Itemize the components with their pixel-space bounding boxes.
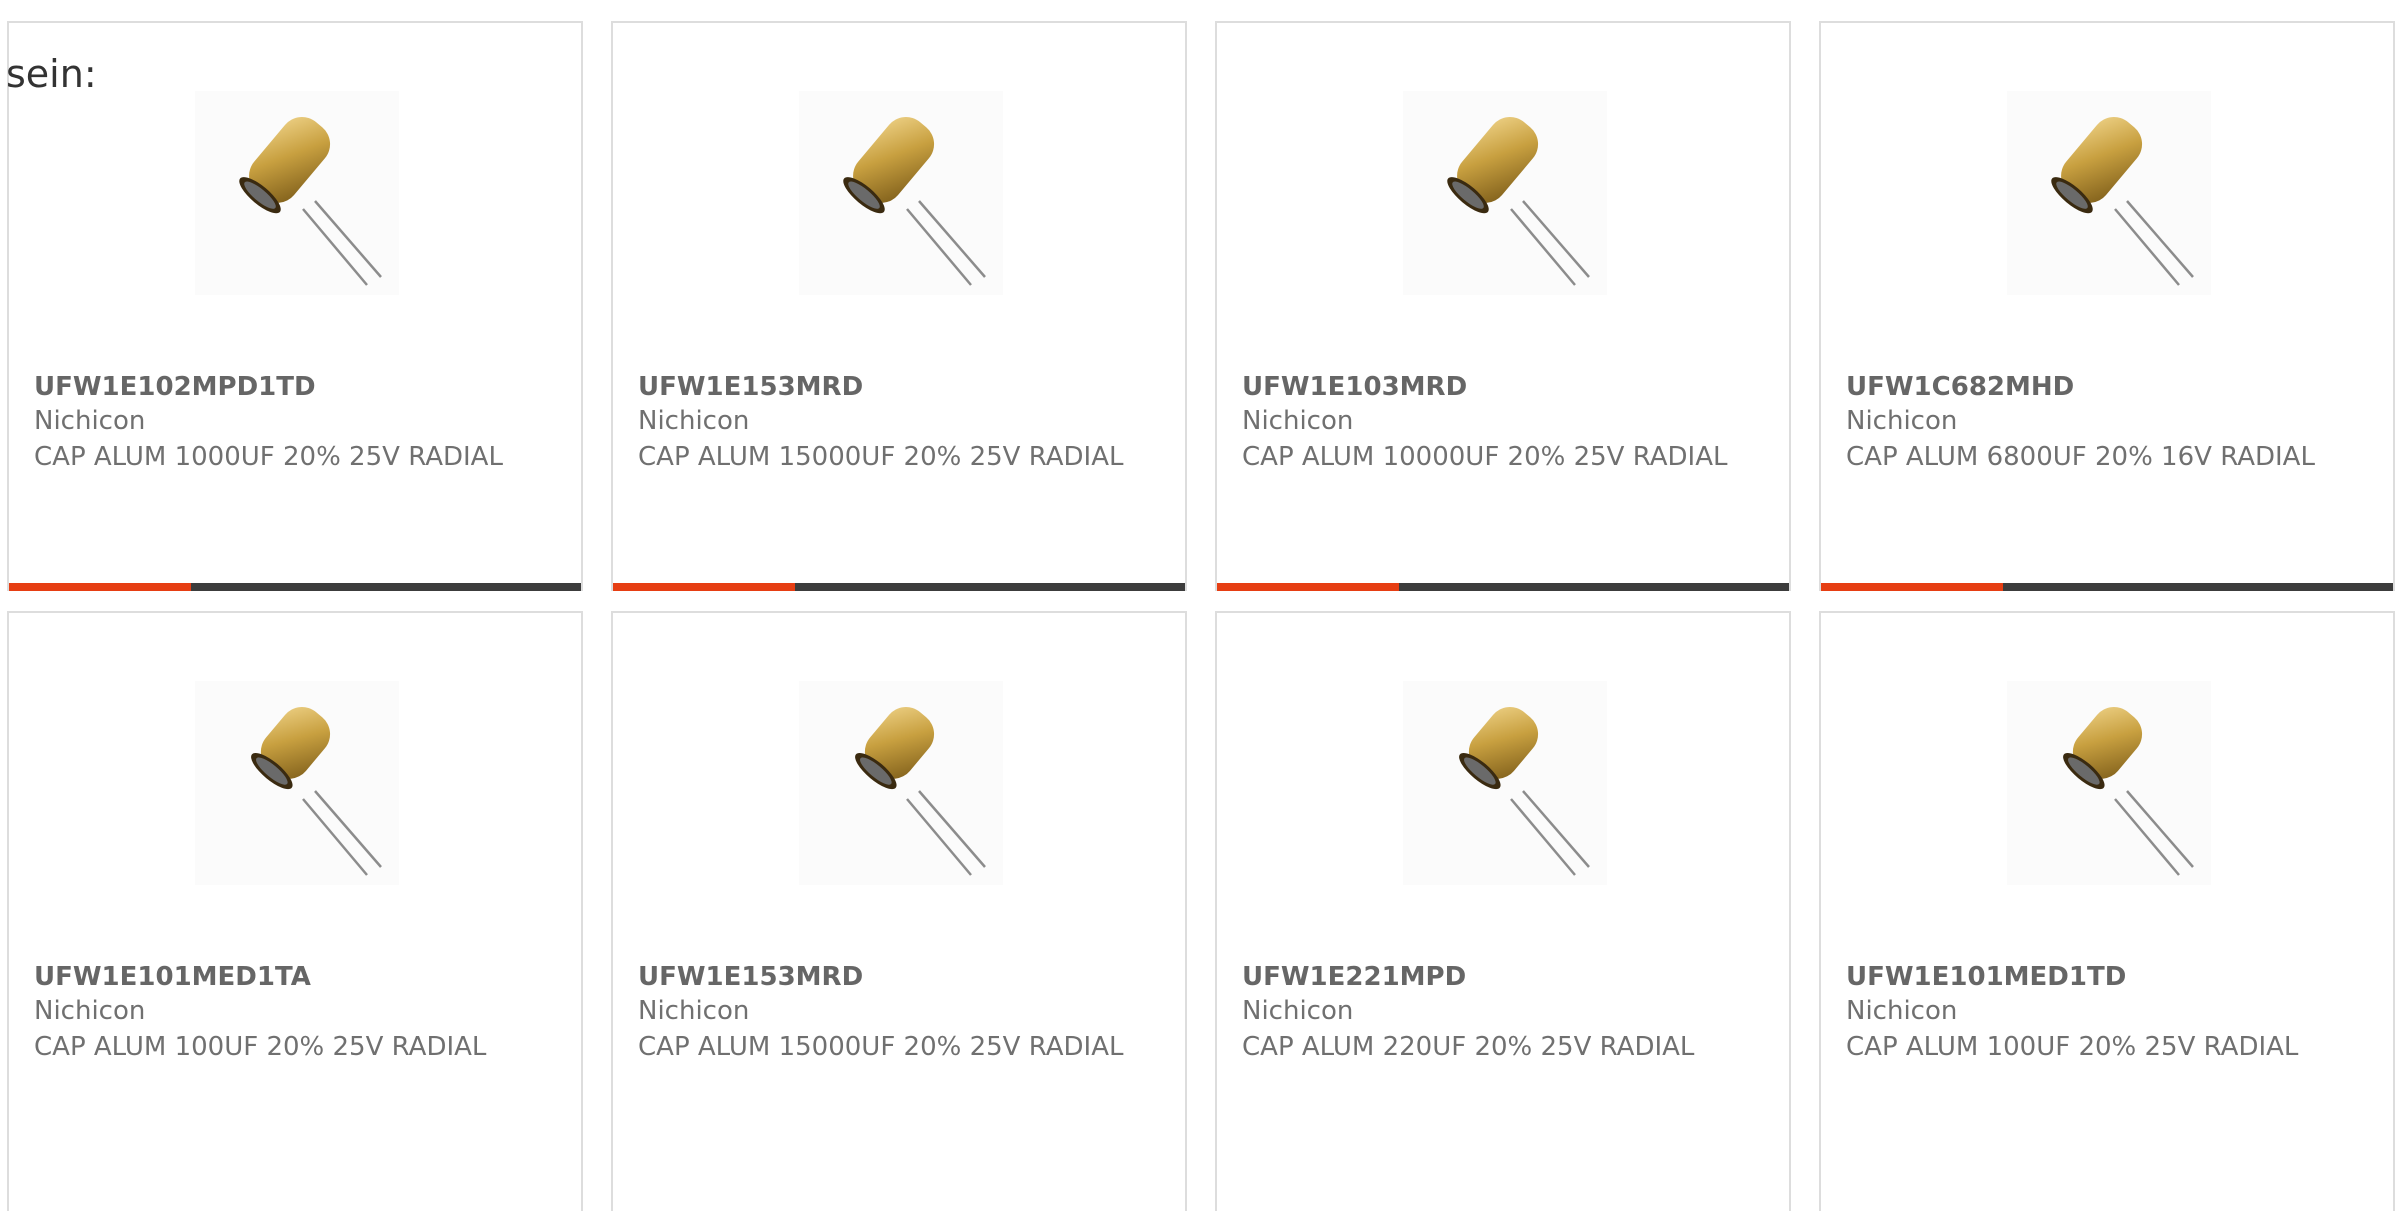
product-image[interactable] bbox=[195, 91, 399, 295]
card-accent-bar bbox=[9, 583, 191, 591]
product-part-number[interactable]: UFW1E153MRD bbox=[638, 372, 863, 402]
card-bottom-bar bbox=[9, 583, 581, 591]
product-description: CAP ALUM 15000UF 20% 25V RADIAL bbox=[638, 1032, 1124, 1062]
product-grid: UFW1E102MPD1TD Nichicon CAP ALUM 1000UF … bbox=[0, 0, 2400, 1211]
product-image[interactable] bbox=[799, 91, 1003, 295]
product-image[interactable] bbox=[2007, 91, 2211, 295]
overflow-text: sein: bbox=[6, 52, 97, 96]
product-image[interactable] bbox=[799, 681, 1003, 885]
product-card[interactable]: UFW1E153MRD Nichicon CAP ALUM 15000UF 20… bbox=[611, 611, 1187, 1211]
product-card[interactable]: UFW1E102MPD1TD Nichicon CAP ALUM 1000UF … bbox=[7, 21, 583, 591]
product-part-number[interactable]: UFW1E102MPD1TD bbox=[34, 372, 316, 402]
card-accent-bar bbox=[1217, 583, 1399, 591]
product-card[interactable]: UFW1E221MPD Nichicon CAP ALUM 220UF 20% … bbox=[1215, 611, 1791, 1211]
product-description: CAP ALUM 10000UF 20% 25V RADIAL bbox=[1242, 442, 1728, 472]
product-manufacturer: Nichicon bbox=[1846, 996, 1958, 1026]
card-accent-bar bbox=[613, 583, 795, 591]
product-card[interactable]: UFW1E101MED1TA Nichicon CAP ALUM 100UF 2… bbox=[7, 611, 583, 1211]
product-manufacturer: Nichicon bbox=[638, 406, 750, 436]
product-manufacturer: Nichicon bbox=[1242, 996, 1354, 1026]
card-bottom-bar bbox=[1821, 583, 2393, 591]
card-bottom-bar bbox=[613, 583, 1185, 591]
product-manufacturer: Nichicon bbox=[34, 406, 146, 436]
product-manufacturer: Nichicon bbox=[1846, 406, 1958, 436]
product-image[interactable] bbox=[195, 681, 399, 885]
product-description: CAP ALUM 1000UF 20% 25V RADIAL bbox=[34, 442, 503, 472]
product-card[interactable]: UFW1E101MED1TD Nichicon CAP ALUM 100UF 2… bbox=[1819, 611, 2395, 1211]
product-image[interactable] bbox=[1403, 681, 1607, 885]
product-description: CAP ALUM 15000UF 20% 25V RADIAL bbox=[638, 442, 1124, 472]
card-bottom-bar bbox=[1217, 583, 1789, 591]
product-image[interactable] bbox=[2007, 681, 2211, 885]
product-part-number[interactable]: UFW1E101MED1TA bbox=[34, 962, 311, 992]
product-part-number[interactable]: UFW1C682MHD bbox=[1846, 372, 2074, 402]
product-description: CAP ALUM 220UF 20% 25V RADIAL bbox=[1242, 1032, 1695, 1062]
product-description: CAP ALUM 100UF 20% 25V RADIAL bbox=[1846, 1032, 2299, 1062]
product-manufacturer: Nichicon bbox=[1242, 406, 1354, 436]
product-card[interactable]: UFW1E153MRD Nichicon CAP ALUM 15000UF 20… bbox=[611, 21, 1187, 591]
product-card[interactable]: UFW1E103MRD Nichicon CAP ALUM 10000UF 20… bbox=[1215, 21, 1791, 591]
product-part-number[interactable]: UFW1E221MPD bbox=[1242, 962, 1466, 992]
product-part-number[interactable]: UFW1E153MRD bbox=[638, 962, 863, 992]
product-image[interactable] bbox=[1403, 91, 1607, 295]
product-card[interactable]: UFW1C682MHD Nichicon CAP ALUM 6800UF 20%… bbox=[1819, 21, 2395, 591]
product-manufacturer: Nichicon bbox=[34, 996, 146, 1026]
product-description: CAP ALUM 6800UF 20% 16V RADIAL bbox=[1846, 442, 2315, 472]
product-manufacturer: Nichicon bbox=[638, 996, 750, 1026]
product-part-number[interactable]: UFW1E101MED1TD bbox=[1846, 962, 2126, 992]
product-description: CAP ALUM 100UF 20% 25V RADIAL bbox=[34, 1032, 487, 1062]
card-accent-bar bbox=[1821, 583, 2003, 591]
product-part-number[interactable]: UFW1E103MRD bbox=[1242, 372, 1467, 402]
